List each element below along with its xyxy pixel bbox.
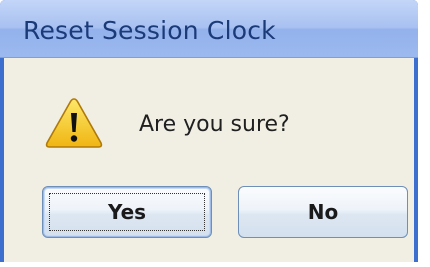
yes-button-label: Yes [107, 200, 147, 224]
title-bar[interactable]: Reset Session Clock [0, 0, 418, 58]
window-title: Reset Session Clock [23, 16, 276, 45]
no-button-label: No [307, 200, 339, 224]
dialog-window: Reset Session Clock Are you sure? Yes No [0, 0, 418, 262]
confirmation-message: Are you sure? [139, 112, 290, 137]
dialog-body: Are you sure? Yes No [4, 58, 414, 262]
yes-button[interactable]: Yes [42, 186, 212, 238]
no-button[interactable]: No [238, 186, 408, 238]
warning-icon [45, 98, 103, 148]
